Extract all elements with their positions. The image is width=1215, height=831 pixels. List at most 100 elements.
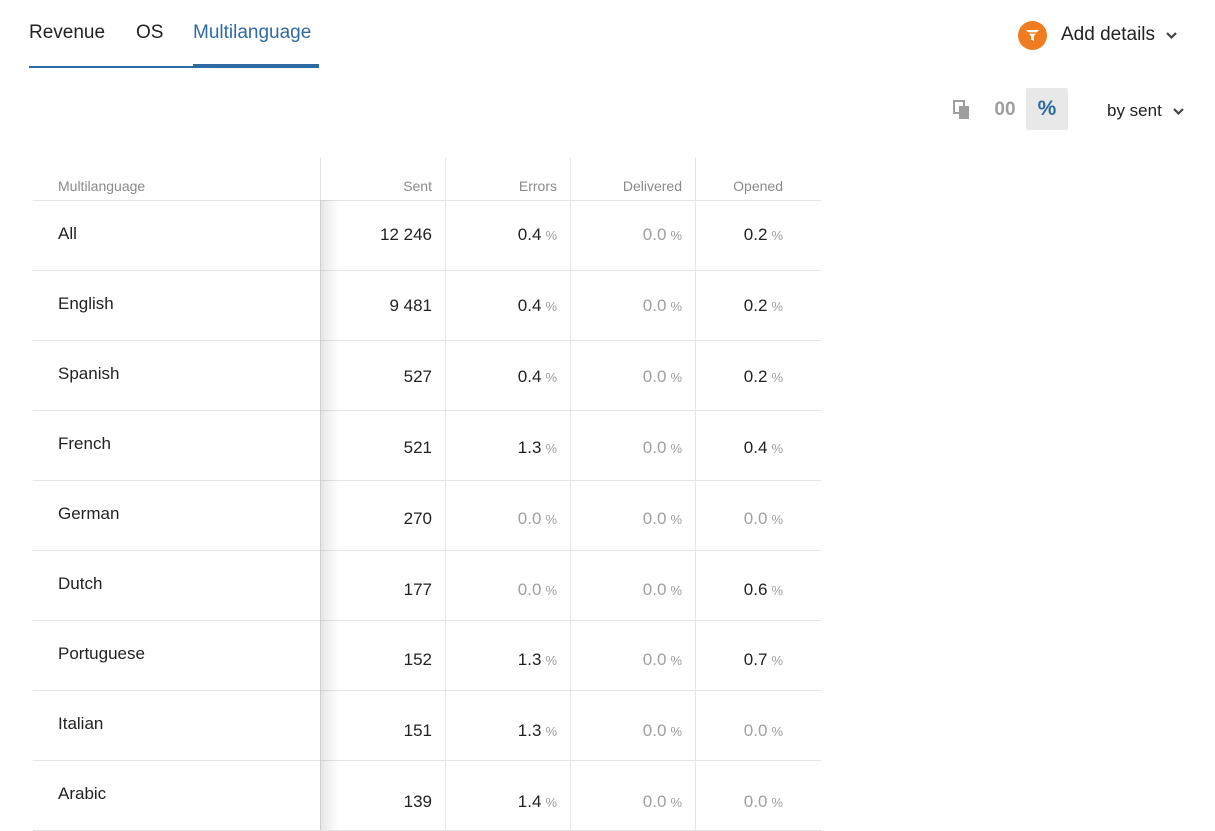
errors-cell: 0.0% [518, 580, 557, 600]
errors-value: 0.4 [517, 225, 542, 244]
language-name: All [58, 224, 77, 243]
language-name: Italian [58, 714, 104, 733]
active-tab-indicator [193, 64, 319, 68]
table-row[interactable]: Spanish 527 0.4% 0.0% 0.2% [33, 341, 821, 411]
percent-sign: % [670, 724, 682, 739]
errors-cell: 0.4% [518, 367, 557, 387]
sort-label: by sent [1107, 101, 1162, 120]
percent-sign: % [545, 228, 557, 243]
percent-sign: % [545, 795, 557, 810]
table-row[interactable]: German 270 0.0% 0.0% 0.0% [33, 481, 821, 551]
opened-value: 0.2 [743, 296, 768, 315]
sent-value: 139 [403, 792, 432, 811]
table-row[interactable]: French 521 1.3% 0.0% 0.4% [33, 411, 821, 481]
percent-sign: % [771, 583, 783, 598]
percent-sign: % [670, 583, 682, 598]
opened-cell: 0.2% [744, 296, 783, 316]
errors-value: 0.4 [517, 296, 542, 315]
delivered-value: 0.0 [642, 509, 667, 528]
table-row[interactable]: Portuguese 152 1.3% 0.0% 0.7% [33, 621, 821, 691]
funnel-icon [1018, 20, 1047, 50]
delivered-value: 0.0 [642, 650, 667, 669]
header-opened[interactable]: Opened [733, 178, 783, 194]
language-name: Arabic [58, 784, 107, 803]
sent-value: 521 [403, 438, 432, 457]
sent-value: 152 [403, 650, 432, 669]
delivered-cell: 0.0% [643, 509, 682, 529]
errors-value: 0.4 [517, 367, 542, 386]
opened-value: 0.4 [743, 438, 768, 457]
errors-cell: 1.3% [518, 438, 557, 458]
table-row[interactable]: Arabic 139 1.4% 0.0% 0.0% [33, 761, 821, 831]
opened-value: 0.6 [743, 580, 768, 599]
delivered-value: 0.0 [642, 438, 667, 457]
copy-icon[interactable] [952, 99, 972, 121]
errors-value: 1.3 [517, 650, 542, 669]
opened-value: 0.0 [743, 509, 768, 528]
errors-value: 1.3 [517, 438, 542, 457]
opened-cell: 0.2% [744, 225, 783, 245]
errors-value: 1.4 [517, 792, 542, 811]
percent-sign: % [545, 370, 557, 385]
percent-sign: % [771, 724, 783, 739]
percent-sign: % [670, 795, 682, 810]
language-name: English [58, 294, 114, 313]
percent-sign: % [670, 441, 682, 456]
header-multilanguage[interactable]: Multilanguage [58, 178, 145, 194]
percent-toggle[interactable]: % [1026, 88, 1068, 130]
language-name: Spanish [58, 364, 120, 383]
opened-cell: 0.0% [744, 721, 783, 741]
errors-value: 1.3 [517, 721, 542, 740]
table-row[interactable]: Dutch 177 0.0% 0.0% 0.6% [33, 551, 821, 621]
errors-cell: 1.3% [518, 650, 557, 670]
language-name: Dutch [58, 574, 103, 593]
header-errors[interactable]: Errors [519, 178, 557, 194]
percent-sign: % [771, 653, 783, 668]
percent-sign: % [545, 653, 557, 668]
table-header: Multilanguage Sent Errors Delivered Open… [33, 158, 821, 201]
delivered-value: 0.0 [642, 225, 667, 244]
opened-cell: 0.0% [744, 509, 783, 529]
chevron-down-icon [1172, 107, 1185, 116]
percent-sign: % [545, 441, 557, 456]
percent-sign: % [771, 512, 783, 527]
opened-value: 0.2 [743, 225, 768, 244]
header-sent[interactable]: Sent [403, 178, 432, 194]
percent-sign: % [545, 583, 557, 598]
header-delivered[interactable]: Delivered [623, 178, 682, 194]
percent-sign: % [771, 228, 783, 243]
absolute-values-toggle[interactable]: 00 [988, 99, 1022, 121]
percent-sign: % [771, 299, 783, 314]
table-row[interactable]: All 12 246 0.4% 0.0% 0.2% [33, 201, 821, 271]
delivered-value: 0.0 [642, 296, 667, 315]
delivered-cell: 0.0% [643, 580, 682, 600]
tab-revenue[interactable]: Revenue [29, 22, 105, 44]
delivered-value: 0.0 [642, 580, 667, 599]
language-name: Portuguese [58, 644, 145, 663]
percent-sign: % [771, 441, 783, 456]
opened-value: 0.0 [743, 792, 768, 811]
table-row[interactable]: Italian 151 1.3% 0.0% 0.0% [33, 691, 821, 761]
delivered-cell: 0.0% [643, 438, 682, 458]
column-divider [695, 158, 696, 830]
add-details-button[interactable]: Add details [1018, 20, 1178, 50]
errors-value: 0.0 [517, 580, 542, 599]
add-details-label: Add details [1061, 24, 1156, 45]
percent-sign: % [670, 228, 682, 243]
percent-sign: % [545, 512, 557, 527]
chevron-down-icon [1165, 31, 1178, 40]
sort-select[interactable]: by sent [1107, 100, 1185, 122]
delivered-cell: 0.0% [643, 792, 682, 812]
delivered-cell: 0.0% [643, 225, 682, 245]
tab-multilanguage[interactable]: Multilanguage [193, 22, 311, 44]
stats-table: Multilanguage Sent Errors Delivered Open… [33, 158, 821, 831]
table-row[interactable]: English 9 481 0.4% 0.0% 0.2% [33, 271, 821, 341]
opened-cell: 0.0% [744, 792, 783, 812]
percent-sign: % [670, 370, 682, 385]
tab-os[interactable]: OS [136, 22, 163, 44]
opened-cell: 0.7% [744, 650, 783, 670]
frozen-column-shadow [320, 200, 338, 830]
percent-sign: % [670, 653, 682, 668]
delivered-value: 0.0 [642, 367, 667, 386]
language-name: French [58, 434, 111, 453]
